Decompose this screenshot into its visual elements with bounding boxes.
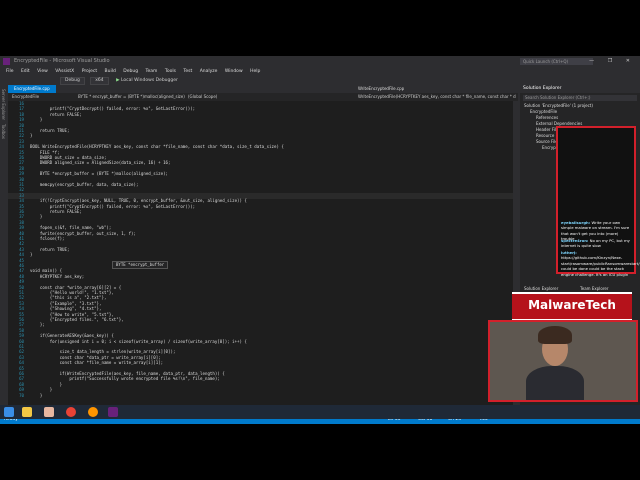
nav-member-select[interactable]: WriteEncryptedFile(HCRYPTKEY aes_key, co… [358, 93, 516, 101]
firefox-icon[interactable] [88, 407, 98, 417]
explorer-icon[interactable] [22, 407, 32, 417]
chat-message: lutherj: https://github.com/Kinzyn/Nexe-… [561, 250, 640, 277]
menu-tools[interactable]: Tools [165, 69, 176, 74]
start-icon[interactable] [4, 407, 14, 417]
nav-scope-select[interactable]: (Global Scope) [188, 93, 217, 101]
code-line[interactable]: 70 } [8, 393, 518, 399]
platform-select[interactable]: x64 [90, 77, 109, 85]
menu-vassistx[interactable]: VAssistX [55, 69, 74, 74]
nav-symbol-select[interactable]: BYTE * encrypt_buffer = (BYTE *)malloc(a… [78, 93, 188, 101]
chrome-icon[interactable] [66, 407, 76, 417]
chat-username: spectre4ron: [561, 238, 589, 243]
menu-build[interactable]: Build [105, 69, 116, 74]
quick-info-tooltip: BYTE *encrypt_buffer [112, 261, 169, 269]
menu-analyze[interactable]: Analyze [200, 69, 218, 74]
menu-edit[interactable]: Edit [21, 69, 30, 74]
code-text: } [30, 392, 43, 398]
toolbox-tab[interactable]: Toolbox [1, 124, 6, 139]
menu-file[interactable]: File [6, 69, 14, 74]
window-title: EncryptedFile - Microsoft Visual Studio [14, 58, 110, 64]
navigation-bar: EncryptedFile BYTE * encrypt_buffer = (B… [8, 93, 518, 101]
chat-message: spectre4ron: No on my PC, but my interne… [561, 238, 633, 249]
code-area[interactable]: 16 17 printf("CryptDecrypt() failed, erro… [8, 101, 518, 408]
stream-chat-overlay: eyeballsurgh: Write your own simple malw… [556, 126, 640, 277]
window-controls[interactable]: — ❐ ✕ [589, 56, 636, 67]
menu-test[interactable]: Test [183, 69, 192, 74]
menu-help[interactable]: Help [250, 69, 260, 74]
nav-project-select[interactable]: EncryptedFile [12, 93, 39, 101]
toolbar: Debug x64 ▶ Local Windows Debugger [0, 76, 640, 85]
streamer-name: MalwareTech [528, 298, 616, 312]
vs-icon[interactable] [108, 407, 118, 417]
menu-view[interactable]: View [37, 69, 48, 74]
code-editor: EncryptedFile.cpp WriteEncryptedFile.cpp… [8, 85, 521, 416]
menu-project[interactable]: Project [82, 69, 97, 74]
person-shirt [526, 366, 584, 400]
line-number: 70 [19, 392, 24, 398]
solution-search-input[interactable]: Search Solution Explorer (Ctrl+;) [523, 95, 637, 101]
menu-team[interactable]: Team [146, 69, 158, 74]
chat-username: eyeballsurgh: [561, 220, 591, 225]
run-button[interactable]: Local Windows Debugger [121, 78, 178, 83]
left-tool-tabs: Server Explorer Toolbox [0, 85, 8, 415]
file-dropdown[interactable]: WriteEncryptedFile.cpp [358, 85, 404, 93]
config-select[interactable]: Debug [60, 77, 85, 85]
title-bar: EncryptedFile - Microsoft Visual Studio … [0, 56, 640, 67]
menu-debug[interactable]: Debug [123, 69, 138, 74]
webcam-overlay [488, 320, 638, 402]
vs-logo-icon [3, 58, 10, 65]
play-icon[interactable]: ▶ [116, 78, 119, 83]
quick-launch-input[interactable]: Quick Launch (Ctrl+Q) [520, 58, 593, 65]
document-tabs: EncryptedFile.cpp WriteEncryptedFile.cpp [8, 85, 518, 93]
server-explorer-tab[interactable]: Server Explorer [1, 89, 6, 120]
chat-username: lutherj: [561, 250, 577, 255]
streamer-name-banner: MalwareTech [512, 292, 632, 321]
app-icon[interactable] [44, 407, 54, 417]
menu-window[interactable]: Window [225, 69, 243, 74]
taskbar [0, 405, 640, 419]
menu-bar: File Edit View VAssistX Project Build De… [0, 67, 640, 76]
solution-explorer-title: Solution Explorer [520, 85, 640, 93]
person-hair [538, 326, 572, 344]
chat-text: https://github.com/Kinzyn/Nexe-start/ras… [561, 255, 640, 277]
tab-encryptedfile-cpp[interactable]: EncryptedFile.cpp [8, 85, 56, 93]
